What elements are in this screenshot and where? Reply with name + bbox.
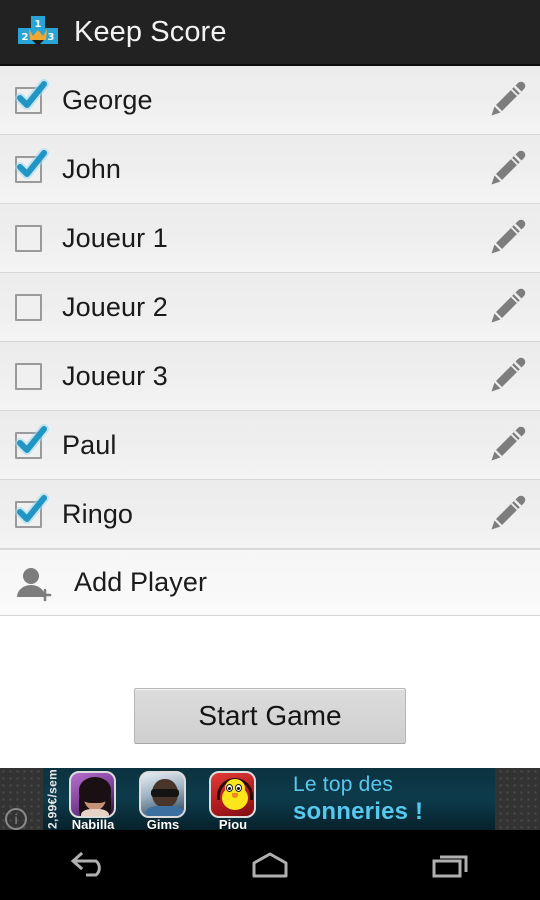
player-checkbox[interactable] <box>15 224 42 252</box>
start-game-area: Start Game <box>0 618 540 768</box>
pencil-icon[interactable] <box>484 423 528 467</box>
app-screen: 2 3 1 Keep Score George John Joueur 1 Joueu… <box>0 0 540 900</box>
player-checkbox[interactable] <box>15 492 49 528</box>
player-checkbox[interactable] <box>15 423 49 459</box>
pencil-icon[interactable] <box>484 285 528 329</box>
player-row[interactable]: George <box>0 66 540 135</box>
player-name: Joueur 2 <box>62 291 168 322</box>
svg-text:2: 2 <box>22 32 29 43</box>
player-name: Paul <box>62 429 117 460</box>
player-row[interactable]: Joueur 1 <box>0 204 540 273</box>
player-row[interactable]: Joueur 3 <box>0 342 540 411</box>
player-row[interactable]: John <box>0 135 540 204</box>
checkmark-icon <box>15 492 49 524</box>
pencil-icon[interactable] <box>484 147 528 191</box>
person-add-icon <box>17 567 52 601</box>
add-player-label: Add Player <box>74 567 208 597</box>
player-checkbox[interactable] <box>15 147 49 183</box>
checkmark-icon <box>15 423 49 455</box>
ad-banner[interactable]: i 2,99€/sem Nabilla Gims Piou Le top des… <box>0 768 540 830</box>
ad-headline-line1: Le top des <box>293 773 394 796</box>
checkmark-icon <box>15 78 49 110</box>
home-icon[interactable] <box>225 840 315 890</box>
player-checkbox[interactable] <box>15 78 49 114</box>
player-checkbox[interactable] <box>15 362 42 390</box>
pencil-icon[interactable] <box>484 354 528 398</box>
player-name: Joueur 3 <box>62 360 168 391</box>
ad-headline: Le top des sonneries ! <box>293 773 493 826</box>
player-name: Joueur 1 <box>62 222 168 253</box>
start-game-button[interactable]: Start Game <box>134 688 406 744</box>
page-title: Keep Score <box>74 15 227 48</box>
recents-icon[interactable] <box>405 840 495 890</box>
pencil-icon[interactable] <box>484 78 528 122</box>
ad-thumbnail-caption: Gims <box>146 817 180 830</box>
svg-text:1: 1 <box>35 19 42 30</box>
add-player-row[interactable]: Add Player <box>0 549 540 616</box>
ad-thumbnail-caption: Piou <box>218 817 248 830</box>
player-checkbox[interactable] <box>15 293 42 321</box>
ad-thumbnail-piou[interactable] <box>209 771 256 818</box>
ad-headline-line2: sonneries ! <box>293 798 424 825</box>
back-icon[interactable] <box>45 840 135 890</box>
ad-thumbnail-gims[interactable] <box>139 771 186 818</box>
action-bar: 2 3 1 Keep Score <box>0 0 540 66</box>
system-navigation-bar <box>0 830 540 900</box>
checkmark-icon <box>15 147 49 179</box>
ad-thumbnail-caption: Nabilla <box>71 817 115 830</box>
player-name: John <box>62 153 121 184</box>
info-icon[interactable]: i <box>5 808 27 830</box>
pencil-icon[interactable] <box>484 492 528 536</box>
player-name: Ringo <box>62 498 134 529</box>
pencil-icon[interactable] <box>484 216 528 260</box>
podium-trophy-icon: 2 3 1 <box>16 12 60 52</box>
player-row[interactable]: Ringo <box>0 480 540 549</box>
ad-creative[interactable]: 2,99€/sem Nabilla Gims Piou Le top des s… <box>43 768 495 830</box>
player-row[interactable]: Joueur 2 <box>0 273 540 342</box>
ad-price-label: 2,99€/sem <box>45 768 60 830</box>
svg-text:3: 3 <box>48 32 55 43</box>
player-row[interactable]: Paul <box>0 411 540 480</box>
player-name: George <box>62 84 153 115</box>
player-list: George John Joueur 1 Joueur 2 Joueur 3 Paul Ri… <box>0 66 540 616</box>
ad-thumbnail-nabilla[interactable] <box>69 771 116 818</box>
